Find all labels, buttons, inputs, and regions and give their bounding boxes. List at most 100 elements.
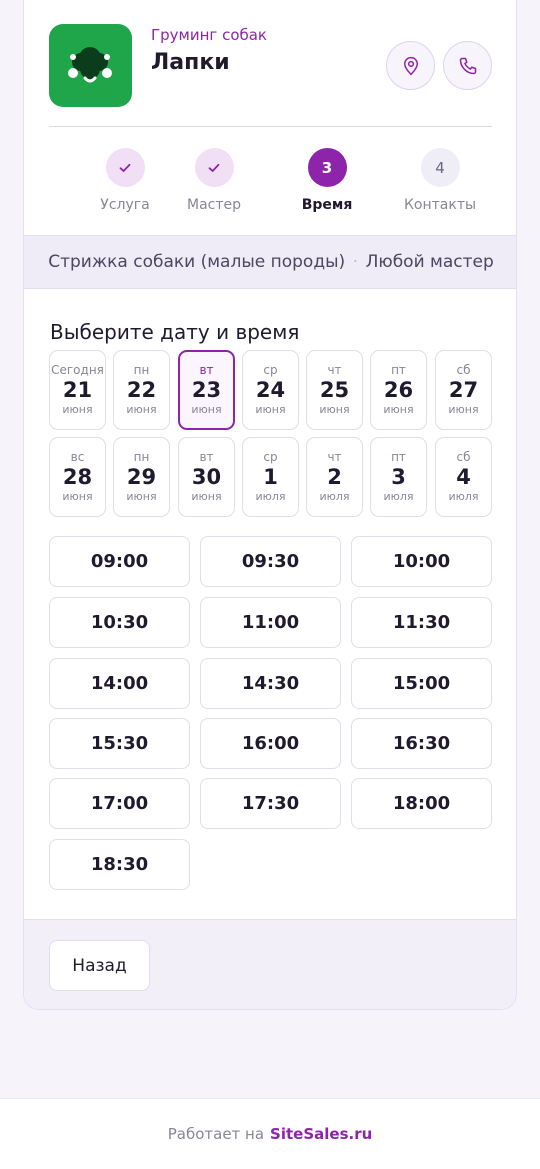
time-slot-button[interactable]: 11:00	[200, 597, 341, 648]
date-weekday: пт	[391, 450, 406, 464]
date-weekday: сб	[456, 450, 471, 464]
step-master[interactable]: Мастер	[159, 148, 269, 213]
date-weekday: чт	[327, 450, 342, 464]
date-weekday: Сегодня	[51, 363, 104, 377]
date-month: июля	[448, 490, 479, 503]
date-month: июня	[126, 490, 157, 503]
action-bar: Назад	[24, 919, 516, 1009]
date-month: июня	[191, 403, 222, 416]
date-option[interactable]: сб 4 июля	[435, 437, 492, 517]
date-option[interactable]: вт 23 июня	[178, 350, 235, 430]
date-month: июля	[383, 490, 414, 503]
paw-dog-icon	[68, 47, 112, 83]
page-footer: Работает на SiteSales.ru	[0, 1098, 540, 1169]
date-month: июня	[62, 403, 93, 416]
shop-header: Груминг собак Лапки	[24, 0, 516, 128]
date-month: июля	[319, 490, 350, 503]
date-day: 2	[327, 465, 342, 489]
time-slot-button[interactable]: 18:00	[351, 778, 492, 829]
date-day: 27	[448, 378, 479, 402]
time-slot-button[interactable]: 14:00	[49, 658, 190, 709]
date-weekday: вт	[199, 363, 214, 377]
step-number: 3	[307, 148, 347, 187]
step-contacts: 4 Контакты	[385, 148, 495, 213]
date-day: 3	[391, 465, 406, 489]
time-slot-button[interactable]: 17:00	[49, 778, 190, 829]
date-day: 30	[191, 465, 222, 489]
date-option[interactable]: ср 24 июня	[242, 350, 299, 430]
date-day: 4	[456, 465, 471, 489]
shop-title: Лапки	[151, 50, 230, 75]
time-slot-button[interactable]: 17:30	[200, 778, 341, 829]
step-time: 3 Время	[272, 148, 382, 213]
time-slot-button[interactable]: 10:00	[351, 536, 492, 587]
step-number: 4	[420, 148, 460, 187]
date-option[interactable]: вс 28 июня	[49, 437, 106, 517]
summary-master: Любой мастер	[365, 252, 494, 272]
date-option[interactable]: пн 29 июня	[113, 437, 170, 517]
date-day: 29	[126, 465, 157, 489]
date-option[interactable]: пн 22 июня	[113, 350, 170, 430]
step-label: Время	[301, 197, 353, 213]
time-slot-button[interactable]: 09:30	[200, 536, 341, 587]
date-day: 26	[383, 378, 414, 402]
time-slot-button[interactable]: 15:00	[351, 658, 492, 709]
step-label: Мастер	[186, 197, 241, 213]
date-option[interactable]: вт 30 июня	[178, 437, 235, 517]
shop-logo	[49, 24, 132, 107]
time-slot-button[interactable]: 10:30	[49, 597, 190, 648]
date-option[interactable]: пт 26 июня	[370, 350, 427, 430]
location-button[interactable]	[386, 41, 435, 90]
date-month: июня	[126, 403, 157, 416]
date-option[interactable]: чт 25 июня	[306, 350, 363, 430]
date-day: 22	[126, 378, 157, 402]
date-month: июня	[383, 403, 414, 416]
date-day: 23	[191, 378, 222, 402]
date-day: 28	[62, 465, 93, 489]
date-weekday: ср	[263, 363, 278, 377]
summary-service: Стрижка собаки (малые породы)	[48, 252, 346, 272]
date-weekday: пн	[133, 450, 150, 464]
date-weekday: вс	[70, 450, 85, 464]
booking-card: Груминг собак Лапки Услуга Мастер 3 Врем…	[23, 0, 517, 1010]
date-option[interactable]: чт 2 июля	[306, 437, 363, 517]
picker-title: Выберите дату и время	[50, 320, 300, 344]
shop-category: Груминг собак	[151, 26, 267, 44]
booking-stepper: Услуга Мастер 3 Время 4 Контакты	[24, 128, 516, 235]
phone-button[interactable]	[443, 41, 492, 90]
date-day: 25	[319, 378, 350, 402]
summary-separator: ·	[353, 254, 358, 270]
map-pin-icon	[403, 56, 418, 75]
date-day: 21	[62, 378, 93, 402]
phone-icon	[459, 57, 476, 74]
booking-summary: Стрижка собаки (малые породы) · Любой ма…	[24, 235, 516, 289]
date-option[interactable]: Сегодня 21 июня	[49, 350, 106, 430]
time-slot-button[interactable]: 15:30	[49, 718, 190, 769]
time-slot-button[interactable]: 18:30	[49, 839, 190, 890]
powered-by-text: Работает на	[167, 1125, 265, 1143]
date-option[interactable]: пт 3 июля	[370, 437, 427, 517]
date-month: июня	[191, 490, 222, 503]
brand-link[interactable]: SiteSales.ru	[270, 1125, 372, 1143]
date-weekday: пт	[391, 363, 406, 377]
step-done-check-icon	[105, 148, 145, 187]
date-month: июля	[255, 490, 286, 503]
date-weekday: вт	[199, 450, 214, 464]
date-month: июня	[255, 403, 286, 416]
back-button[interactable]: Назад	[49, 940, 150, 991]
time-slot-button[interactable]: 16:30	[351, 718, 492, 769]
date-month: июня	[62, 490, 93, 503]
date-day: 24	[255, 378, 286, 402]
date-option[interactable]: ср 1 июля	[242, 437, 299, 517]
header-divider	[49, 126, 492, 127]
date-option[interactable]: сб 27 июня	[435, 350, 492, 430]
date-month: июня	[448, 403, 479, 416]
step-done-check-icon	[194, 148, 234, 187]
date-weekday: ср	[263, 450, 278, 464]
date-weekday: сб	[456, 363, 471, 377]
time-slot-button[interactable]: 11:30	[351, 597, 492, 648]
time-slot-button[interactable]: 16:00	[200, 718, 341, 769]
time-slot-button[interactable]: 14:30	[200, 658, 341, 709]
date-day: 1	[263, 465, 278, 489]
time-slot-button[interactable]: 09:00	[49, 536, 190, 587]
